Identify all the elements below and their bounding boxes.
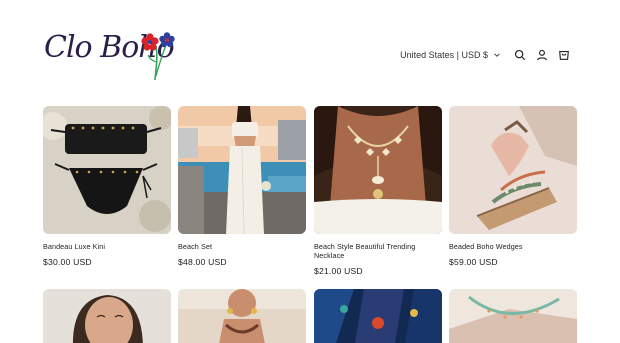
search-icon bbox=[514, 49, 526, 61]
product-title[interactable]: Bandeau Luxe Kini bbox=[43, 242, 171, 251]
account-icon bbox=[536, 49, 548, 61]
product-title[interactable]: Beach Set bbox=[178, 242, 306, 251]
product-image[interactable] bbox=[178, 106, 306, 234]
chevron-down-icon bbox=[494, 53, 500, 57]
product-price: $21.00 USD bbox=[314, 266, 363, 276]
product-card[interactable] bbox=[314, 289, 442, 343]
product-card[interactable]: Beaded Boho Wedges $59.00 USD bbox=[449, 106, 577, 267]
account-button[interactable] bbox=[531, 45, 553, 65]
product-image[interactable] bbox=[449, 106, 577, 234]
product-card[interactable]: Beach Style Beautiful Trending Necklace … bbox=[314, 106, 442, 276]
portrait-photo bbox=[43, 289, 171, 343]
search-button[interactable] bbox=[509, 45, 531, 65]
product-title[interactable]: Beaded Boho Wedges bbox=[449, 242, 577, 251]
product-price: $48.00 USD bbox=[178, 257, 227, 267]
stained-glass-photo bbox=[314, 289, 442, 343]
product-card[interactable]: Bandeau Luxe Kini $30.00 USD bbox=[43, 106, 171, 267]
product-image[interactable] bbox=[314, 106, 442, 234]
product-card[interactable] bbox=[43, 289, 171, 343]
beaded-strap-photo bbox=[449, 289, 577, 343]
beach-set-photo bbox=[178, 106, 306, 234]
site-logo[interactable]: Clo Boho bbox=[44, 28, 184, 84]
product-image[interactable] bbox=[43, 289, 171, 343]
product-image[interactable] bbox=[178, 289, 306, 343]
product-image[interactable] bbox=[314, 289, 442, 343]
product-price: $59.00 USD bbox=[449, 257, 498, 267]
product-card[interactable]: Beach Set $48.00 USD bbox=[178, 106, 306, 267]
country-currency-label: United States | USD $ bbox=[400, 50, 488, 60]
product-card[interactable] bbox=[178, 289, 306, 343]
cart-icon bbox=[559, 51, 569, 60]
product-title[interactable]: Beach Style Beautiful Trending Necklace bbox=[314, 242, 442, 260]
bikini-photo bbox=[43, 106, 171, 234]
site-header: Clo Boho United States | USD $ bbox=[0, 0, 620, 100]
wedges-photo bbox=[449, 106, 577, 234]
product-image[interactable] bbox=[449, 289, 577, 343]
product-price: $30.00 USD bbox=[43, 257, 92, 267]
necklace-photo bbox=[314, 106, 442, 234]
header-actions: United States | USD $ bbox=[400, 45, 575, 65]
product-card[interactable] bbox=[449, 289, 577, 343]
country-currency-selector[interactable]: United States | USD $ bbox=[400, 50, 501, 60]
product-image[interactable] bbox=[43, 106, 171, 234]
cart-button[interactable] bbox=[553, 45, 575, 65]
flower-logo-icon bbox=[141, 32, 175, 81]
beach-top-photo bbox=[178, 289, 306, 343]
